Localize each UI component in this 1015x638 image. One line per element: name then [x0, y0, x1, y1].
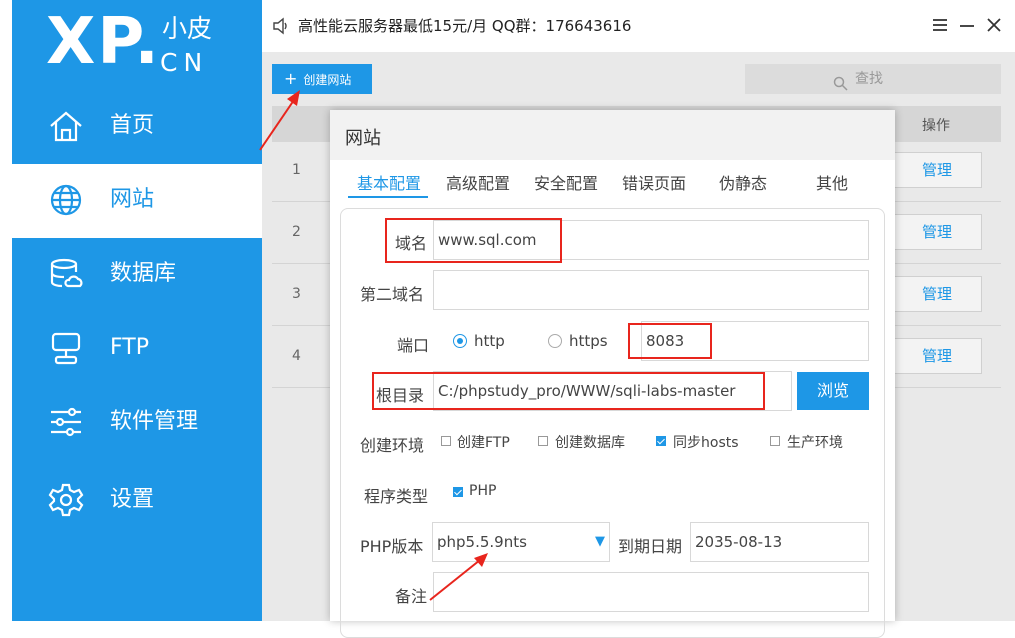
create-db-label: 创建数据库 [555, 435, 625, 451]
dialog-header: 网站 [330, 110, 895, 160]
sidebar: XP. 小皮 CN 首页 网站 数据库 FTP 软件管理 设置 [12, 0, 262, 621]
active-tab-indicator [348, 196, 428, 198]
expire-date-input[interactable]: 2035-08-13 [690, 522, 869, 562]
manage-button[interactable]: 管理 [892, 276, 982, 312]
create-website-button[interactable]: + 创建网站 [272, 64, 372, 94]
app-logo: XP. 小皮 CN [12, 0, 262, 88]
second-domain-label: 第二域名 [360, 285, 425, 304]
remark-input[interactable] [433, 572, 869, 612]
manage-button[interactable]: 管理 [892, 152, 982, 188]
php-version-select[interactable]: php5.5.9nts ▼ [432, 522, 610, 562]
https-radio[interactable] [548, 334, 562, 348]
create-ftp-checkbox[interactable] [441, 436, 451, 446]
manage-button[interactable]: 管理 [892, 338, 982, 374]
http-label: http [474, 332, 505, 350]
gear-icon [48, 482, 84, 518]
row-number: 4 [292, 348, 301, 364]
tab-error-page[interactable]: 错误页面 [622, 170, 686, 194]
production-env-checkbox[interactable] [770, 436, 780, 446]
column-header-actions: 操作 [922, 118, 950, 134]
row-number: 3 [292, 286, 301, 302]
tab-security-config[interactable]: 安全配置 [534, 170, 598, 194]
ftp-server-icon [48, 330, 84, 366]
database-icon [48, 256, 84, 292]
https-label: https [569, 332, 608, 350]
sliders-icon [48, 404, 84, 440]
program-type-label: 程序类型 [364, 487, 429, 506]
php-label: PHP [469, 483, 497, 499]
dialog-title: 网站 [345, 128, 381, 149]
php-version-label: PHP版本 [360, 537, 424, 556]
create-db-checkbox[interactable] [538, 436, 548, 446]
sidebar-item-label: 设置 [110, 487, 155, 512]
logo-mark: XP. [46, 5, 161, 79]
tab-advanced-config[interactable]: 高级配置 [446, 170, 510, 194]
home-icon [48, 108, 84, 144]
php-version-value: php5.5.9nts [437, 533, 527, 551]
env-label: 创建环境 [360, 436, 425, 455]
sidebar-item-label: FTP [110, 335, 149, 360]
globe-icon [48, 182, 84, 218]
close-icon[interactable] [983, 14, 1005, 36]
expire-date-label: 到期日期 [618, 537, 683, 556]
sidebar-item-software[interactable]: 软件管理 [12, 386, 262, 460]
create-website-label: 创建网站 [303, 73, 352, 87]
sidebar-item-label: 数据库 [110, 261, 177, 286]
sidebar-item-database[interactable]: 数据库 [12, 238, 262, 312]
sync-hosts-checkbox[interactable] [656, 436, 666, 446]
manage-button[interactable]: 管理 [892, 214, 982, 250]
minimize-icon[interactable] [956, 14, 978, 36]
speaker-icon [272, 17, 290, 35]
port-label: 端口 [397, 336, 430, 355]
http-radio[interactable] [453, 334, 467, 348]
dropdown-arrow-icon: ▼ [595, 534, 605, 549]
create-ftp-label: 创建FTP [457, 435, 510, 451]
sidebar-item-label: 首页 [110, 113, 155, 138]
notice-text[interactable]: 高性能云服务器最低15元/月 QQ群：176643616 [298, 15, 631, 36]
browse-button[interactable]: 浏览 [797, 372, 869, 410]
tab-rewrite[interactable]: 伪静态 [719, 170, 767, 194]
php-checkbox[interactable] [453, 487, 463, 497]
tab-other[interactable]: 其他 [816, 170, 848, 194]
remark-label: 备注 [395, 587, 428, 606]
tab-basic-config[interactable]: 基本配置 [357, 170, 421, 194]
annotation-box-root [372, 372, 765, 410]
production-env-label: 生产环境 [787, 435, 843, 451]
sidebar-item-home[interactable]: 首页 [12, 90, 262, 164]
menu-icon[interactable] [929, 14, 951, 36]
title-bar: 高性能云服务器最低15元/月 QQ群：176643616 [262, 0, 1015, 52]
annotation-box-domain [385, 218, 562, 263]
sidebar-item-ftp[interactable]: FTP [12, 312, 262, 386]
row-number: 1 [292, 162, 301, 178]
sidebar-item-label: 软件管理 [110, 409, 199, 434]
logo-sub-top: 小皮 [162, 14, 213, 43]
second-domain-input[interactable] [433, 270, 869, 310]
plus-icon: + [284, 69, 298, 88]
search-icon [833, 72, 848, 91]
search-label: 查找 [855, 71, 883, 87]
sidebar-item-label: 网站 [110, 187, 155, 212]
sync-hosts-label: 同步hosts [673, 435, 739, 451]
annotation-box-port [628, 323, 712, 359]
sidebar-item-website[interactable]: 网站 [12, 164, 262, 238]
logo-sub-bottom: CN [160, 48, 209, 77]
row-number: 2 [292, 224, 301, 240]
sidebar-item-settings[interactable]: 设置 [12, 464, 262, 538]
search-box[interactable]: 查找 [745, 64, 1001, 94]
